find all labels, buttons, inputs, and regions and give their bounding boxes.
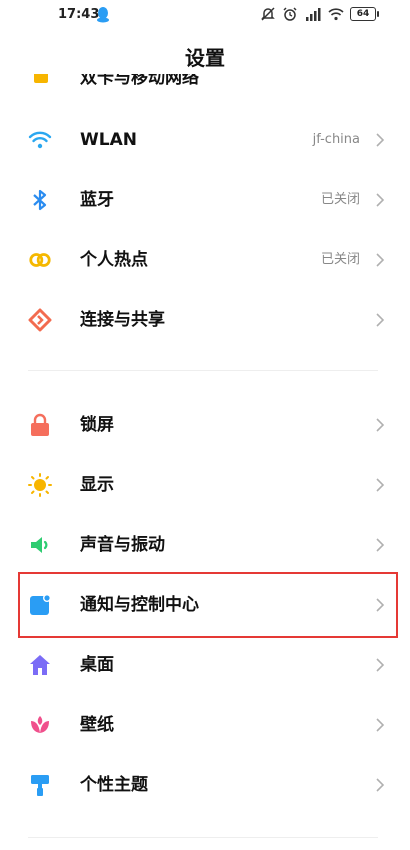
page-title: 设置: [185, 46, 225, 70]
section-divider: [28, 370, 378, 371]
chevron-right-icon: [375, 132, 385, 148]
settings-item-hotspot[interactable]: 个人热点 已关闭: [0, 230, 410, 290]
alarm-off-icon: [260, 6, 276, 22]
chevron-right-icon: [375, 192, 385, 208]
settings-item-label: 桌面: [80, 655, 114, 675]
hotspot-icon: [28, 248, 52, 272]
settings-item-label: 声音与振动: [80, 535, 165, 555]
chevron-right-icon: [375, 777, 385, 793]
settings-item-connect-share[interactable]: 连接与共享: [0, 290, 410, 350]
notification-icon: [28, 593, 52, 617]
settings-item-label: 锁屏: [80, 415, 114, 435]
settings-item-label: 蓝牙: [80, 190, 114, 210]
chevron-right-icon: [375, 477, 385, 493]
sun-icon: [28, 473, 52, 497]
bluetooth-icon: [28, 188, 52, 212]
settings-item-label: 双卡与移动网络: [80, 74, 199, 88]
qq-notification-icon: [96, 7, 110, 23]
group-spacer: [0, 350, 410, 395]
settings-item-label: WLAN: [80, 130, 137, 150]
settings-item-notifications[interactable]: 通知与控制中心: [0, 575, 410, 635]
connect-share-icon: [28, 308, 52, 332]
settings-item-label: 显示: [80, 475, 114, 495]
settings-item-lock-screen[interactable]: 锁屏: [0, 395, 410, 455]
settings-item-value: 已关闭: [320, 252, 360, 267]
chevron-right-icon: [375, 312, 385, 328]
settings-item-home-screen[interactable]: 桌面: [0, 635, 410, 695]
settings-item-display[interactable]: 显示: [0, 455, 410, 515]
settings-item-sound[interactable]: 声音与振动: [0, 515, 410, 575]
settings-item-label: 壁纸: [80, 715, 114, 735]
settings-item-bluetooth[interactable]: 蓝牙 已关闭: [0, 170, 410, 230]
settings-item-label: 连接与共享: [80, 310, 165, 330]
settings-item-wlan[interactable]: WLAN jf-china: [0, 110, 410, 170]
paint-roller-icon: [28, 773, 52, 797]
speaker-icon: [28, 533, 52, 557]
chevron-right-icon: [375, 597, 385, 613]
alarm-clock-icon: [282, 6, 298, 22]
chevron-right-icon: [375, 717, 385, 733]
home-icon: [28, 653, 52, 677]
chevron-right-icon: [375, 537, 385, 553]
chevron-right-icon: [375, 252, 385, 268]
settings-item-value: 已关闭: [320, 192, 360, 207]
settings-item-dual-sim[interactable]: 双卡与移动网络: [0, 74, 410, 92]
section-divider: [28, 837, 378, 838]
lock-icon: [28, 413, 52, 437]
sim-card-icon: [32, 74, 50, 83]
settings-item-value: jf-china: [312, 132, 360, 147]
settings-list: WLAN jf-china 蓝牙 已关闭 个人热点 已关闭 连接与共享 锁屏 显…: [0, 110, 410, 845]
group-spacer: [0, 815, 410, 845]
status-time: 17:43: [58, 7, 100, 22]
wifi-icon: [28, 128, 52, 152]
battery-indicator: 64: [350, 7, 379, 21]
settings-item-themes[interactable]: 个性主题: [0, 755, 410, 815]
status-bar: 17:43 64: [0, 0, 410, 32]
settings-item-label: 通知与控制中心: [80, 595, 199, 615]
settings-item-label: 个性主题: [80, 775, 148, 795]
wifi-status-icon: [328, 7, 344, 21]
flower-icon: [28, 713, 52, 737]
chevron-right-icon: [375, 657, 385, 673]
cellular-signal-icon: [304, 7, 322, 21]
settings-item-wallpaper[interactable]: 壁纸: [0, 695, 410, 755]
settings-item-label: 个人热点: [80, 250, 148, 270]
chevron-right-icon: [375, 417, 385, 433]
